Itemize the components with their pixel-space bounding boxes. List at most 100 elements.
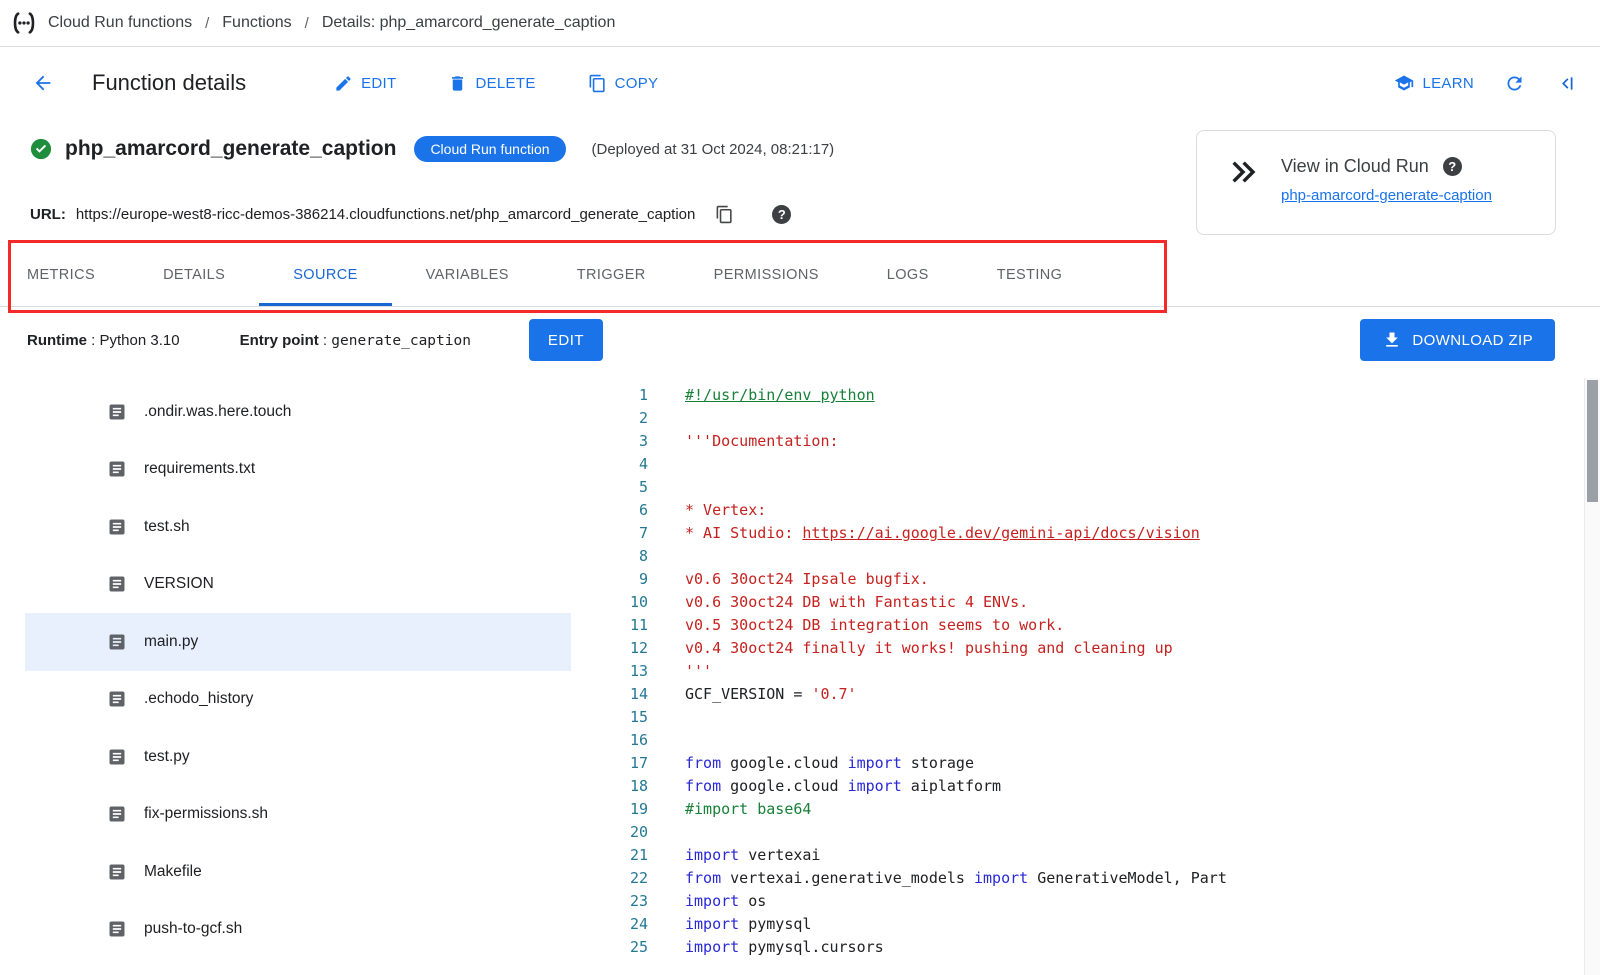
scrollbar-thumb[interactable] (1587, 380, 1598, 502)
delete-button[interactable]: DELETE (448, 74, 535, 93)
url-help-icon[interactable]: ? (772, 205, 791, 224)
breadcrumb-item[interactable]: Cloud Run functions (48, 14, 192, 32)
file-item-test.py[interactable]: test.py (25, 728, 571, 786)
line-content: v0.4 30oct24 finally it works! pushing a… (685, 637, 1173, 660)
line-content (685, 545, 694, 568)
line-content: v0.6 30oct24 Ipsale bugfix. (685, 568, 929, 591)
cloud-run-help-icon[interactable]: ? (1443, 157, 1462, 176)
file-item-requirements.txt[interactable]: requirements.txt (25, 441, 571, 499)
code-line-1: 1#!/usr/bin/env python (600, 384, 1584, 407)
download-zip-button[interactable]: DOWNLOAD ZIP (1360, 319, 1555, 361)
code-line-19: 19#import base64 (600, 798, 1584, 821)
file-icon (107, 919, 127, 939)
line-content: from vertexai.generative_models import G… (685, 867, 1227, 890)
function-actions: EDIT DELETE COPY (334, 74, 658, 93)
entry-point-separator: : (319, 332, 332, 349)
entry-point-value: generate_caption (331, 333, 471, 349)
file-item-main.py[interactable]: main.py (25, 613, 571, 671)
line-number: 19 (600, 798, 648, 821)
line-content: v0.6 30oct24 DB with Fantastic 4 ENVs. (685, 591, 1028, 614)
line-number: 14 (600, 683, 648, 706)
file-icon (107, 574, 127, 594)
code-editor[interactable]: 1#!/usr/bin/env python2 3'''Documentatio… (600, 380, 1584, 975)
file-icon (107, 517, 127, 537)
copy-url-icon (715, 205, 734, 224)
tab-testing[interactable]: TESTING (963, 247, 1097, 306)
entry-point-label: Entry point (240, 332, 319, 349)
line-content (685, 729, 694, 752)
tab-details[interactable]: DETAILS (129, 247, 259, 306)
file-item-Makefile[interactable]: Makefile (25, 843, 571, 901)
tab-metrics[interactable]: METRICS (27, 247, 129, 306)
learn-button[interactable]: LEARN (1394, 73, 1474, 93)
line-content: ''' (685, 660, 712, 683)
tab-trigger[interactable]: TRIGGER (543, 247, 680, 306)
function-name: php_amarcord_generate_caption (65, 137, 396, 161)
code-line-23: 23import os (600, 890, 1584, 913)
line-content (685, 706, 694, 729)
line-content: import pymysql (685, 913, 811, 936)
line-content: GCF_VERSION = '0.7' (685, 683, 857, 706)
collapse-panel-button[interactable] (1555, 73, 1576, 94)
cloud-run-service-link[interactable]: php-amarcord-generate-caption (1281, 187, 1492, 204)
function-url: https://europe-west8-ricc-demos-386214.c… (76, 206, 696, 223)
tabs-bar: METRICSDETAILSSOURCEVARIABLESTRIGGERPERM… (0, 247, 1600, 307)
code-line-13: 13''' (600, 660, 1584, 683)
learn-button-label: LEARN (1422, 75, 1474, 92)
code-line-20: 20 (600, 821, 1584, 844)
back-button[interactable] (32, 72, 54, 94)
file-icon (107, 747, 127, 767)
tab-logs[interactable]: LOGS (853, 247, 963, 306)
file-name: test.py (144, 748, 190, 766)
copy-url-button[interactable] (715, 205, 734, 224)
line-content: v0.5 30oct24 DB integration seems to wor… (685, 614, 1064, 637)
breadcrumb-separator: / (205, 15, 209, 32)
code-line-14: 14 GCF_VERSION = '0.7' (600, 683, 1584, 706)
line-number: 12 (600, 637, 648, 660)
line-number: 25 (600, 936, 648, 959)
file-icon (107, 459, 127, 479)
code-line-11: 11v0.5 30oct24 DB integration seems to w… (600, 614, 1584, 637)
runtime-label: Runtime (27, 332, 87, 349)
file-item-push-to-gcf.sh[interactable]: push-to-gcf.sh (25, 901, 571, 959)
file-item-.ondir.was.here.touch[interactable]: .ondir.was.here.touch (25, 383, 571, 441)
code-line-16: 16 (600, 729, 1584, 752)
tab-permissions[interactable]: PERMISSIONS (680, 247, 853, 306)
file-name: main.py (144, 633, 198, 651)
editor-scrollbar[interactable] (1584, 378, 1600, 975)
breadcrumb: Cloud Run functions/Functions/Details: p… (48, 14, 615, 32)
line-number: 6 (600, 499, 648, 522)
line-content: * Vertex: (685, 499, 766, 522)
edit-source-button[interactable]: EDIT (529, 319, 603, 361)
pencil-icon (334, 74, 353, 93)
code-line-5: 5 (600, 476, 1584, 499)
file-item-fix-permissions.sh[interactable]: fix-permissions.sh (25, 786, 571, 844)
runtime-value: : Python 3.10 (87, 332, 180, 349)
file-name: Makefile (144, 863, 202, 881)
tab-source[interactable]: SOURCE (259, 247, 391, 306)
file-name: .echodo_history (144, 690, 253, 708)
code-line-6: 6 * Vertex: (600, 499, 1584, 522)
file-item-test.sh[interactable]: test.sh (25, 498, 571, 556)
learn-icon (1394, 73, 1414, 93)
breadcrumb-item[interactable]: Functions (222, 14, 291, 32)
download-icon (1382, 330, 1402, 350)
tab-variables[interactable]: VARIABLES (392, 247, 543, 306)
deployed-timestamp: (Deployed at 31 Oct 2024, 08:21:17) (592, 141, 835, 158)
code-line-8: 8 (600, 545, 1584, 568)
line-content (685, 476, 694, 499)
line-content (685, 453, 694, 476)
file-item-.echodo_history[interactable]: .echodo_history (25, 671, 571, 729)
line-number: 3 (600, 430, 648, 453)
code-line-22: 22from vertexai.generative_models import… (600, 867, 1584, 890)
function-header: php_amarcord_generate_caption Cloud Run … (30, 136, 834, 162)
file-item-VERSION[interactable]: VERSION (25, 556, 571, 614)
code-line-10: 10v0.6 30oct24 DB with Fantastic 4 ENVs. (600, 591, 1584, 614)
line-content: #!/usr/bin/env python (685, 384, 875, 407)
edit-button[interactable]: EDIT (334, 74, 396, 93)
view-in-cloud-run-title: View in Cloud Run (1281, 156, 1429, 177)
code-line-2: 2 (600, 407, 1584, 430)
copy-button[interactable]: COPY (588, 74, 659, 93)
file-icon (107, 402, 127, 422)
refresh-button[interactable] (1504, 73, 1525, 94)
